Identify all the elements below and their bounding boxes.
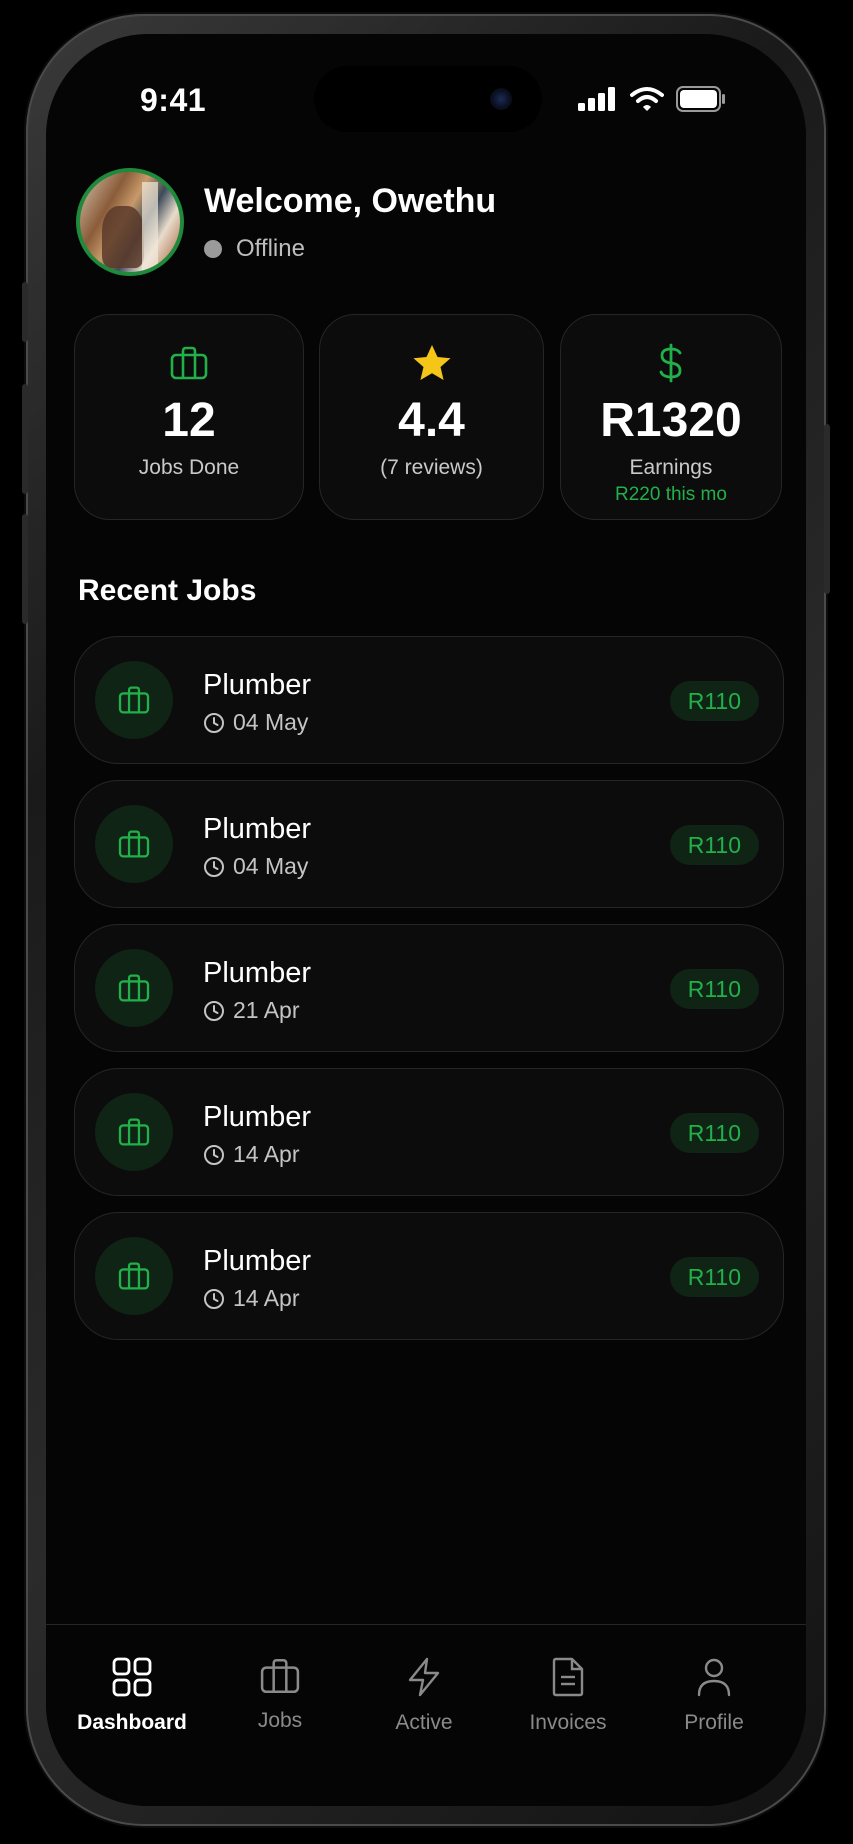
status-time: 9:41 [140,82,207,118]
job-date: 04 May [233,709,309,735]
job-title: Plumber [203,1101,311,1133]
job-price-badge: R110 [669,825,759,865]
job-date: 14 Apr [233,1141,300,1167]
jobs-done-value: 12 [162,394,216,447]
online-status[interactable]: Offline [204,235,496,263]
welcome-title: Welcome, Owethu [204,181,497,220]
status-icons [578,86,726,112]
volume-down-button [22,514,28,624]
job-card[interactable]: Plumber 14 Apr R110 [74,1212,784,1340]
tab-label: Invoices [529,1711,607,1734]
briefcase-icon [260,1658,300,1694]
job-date: 21 Apr [233,997,300,1023]
camera-icon [490,88,512,110]
job-title: Plumber [203,1245,311,1277]
status-dot-icon [204,239,222,258]
user-icon [697,1658,731,1697]
stats-row: 12 Jobs Done 4.4 (7 reviews) R1320 Earni… [74,314,784,520]
tab-label: Active [395,1711,453,1734]
clock-icon [204,1288,224,1309]
action-button [22,282,28,342]
job-title: Plumber [203,813,311,845]
job-price-badge: R110 [669,969,759,1009]
status-label: Offline [236,234,305,262]
job-icon-badge [95,1093,173,1171]
job-icon-badge [95,949,173,1027]
job-price-badge: R110 [669,1257,759,1297]
tab-active[interactable]: Active [354,1657,494,1735]
lightning-icon [408,1657,440,1697]
job-card[interactable]: Plumber 04 May R110 [74,780,784,908]
job-card[interactable]: Plumber 04 May R110 [74,636,784,764]
job-title: Plumber [203,957,311,989]
dynamic-island [314,66,542,132]
job-card[interactable]: Plumber 14 Apr R110 [74,1068,784,1196]
briefcase-icon [118,830,150,858]
power-button [824,424,830,594]
dollar-icon [659,343,682,383]
earnings-value: R1320 [600,394,742,447]
briefcase-icon [170,346,208,380]
document-icon [552,1657,584,1697]
job-price-badge: R110 [669,681,759,721]
clock-icon [204,1144,224,1165]
bottom-tab-bar: Dashboard Jobs Active Invoices Profile [46,1624,806,1806]
stat-card-jobs: 12 Jobs Done [74,314,304,520]
clock-icon [204,1000,224,1021]
job-icon-badge [95,805,173,883]
tab-dashboard[interactable]: Dashboard [62,1657,202,1735]
job-date: 14 Apr [233,1285,300,1311]
earnings-monthly-label: R220 this mo [615,484,727,505]
grid-icon [112,1657,152,1697]
jobs-done-label: Jobs Done [138,456,240,479]
tab-invoices[interactable]: Invoices [498,1657,638,1735]
tab-profile[interactable]: Profile [644,1657,784,1735]
job-title: Plumber [203,669,311,701]
briefcase-icon [118,974,150,1002]
job-date: 04 May [233,853,309,879]
job-price-badge: R110 [669,1113,759,1153]
clock-icon [204,712,224,733]
battery-icon [676,86,725,112]
reviews-count-label: (7 reviews) [380,456,483,479]
avatar[interactable] [76,168,184,276]
tab-label: Jobs [257,1709,303,1732]
tab-jobs[interactable]: Jobs [210,1657,350,1733]
earnings-label: Earnings [629,456,713,479]
clock-icon [204,856,224,877]
signal-icon [578,87,615,111]
volume-up-button [22,384,28,494]
briefcase-icon [118,1262,150,1290]
wifi-icon [630,87,664,111]
briefcase-icon [118,1118,150,1146]
rating-value: 4.4 [398,394,465,447]
tab-label: Dashboard [77,1711,187,1734]
job-card[interactable]: Plumber 21 Apr R110 [74,924,784,1052]
recent-jobs-list: Plumber 04 May R110 Plumber 04 May R110 … [74,636,784,1356]
briefcase-icon [118,686,150,714]
job-icon-badge [95,661,173,739]
tab-label: Profile [684,1711,744,1734]
stat-card-earnings: R1320 Earnings R220 this mo [560,314,782,520]
stat-card-rating: 4.4 (7 reviews) [319,314,544,520]
star-icon [413,345,450,380]
profile-header: Welcome, Owethu Offline [76,168,496,276]
recent-jobs-title: Recent Jobs [78,574,257,607]
app-screen: 9:41 Welcome, Owethu Offline 12 Jobs Don… [46,34,806,1806]
job-icon-badge [95,1237,173,1315]
